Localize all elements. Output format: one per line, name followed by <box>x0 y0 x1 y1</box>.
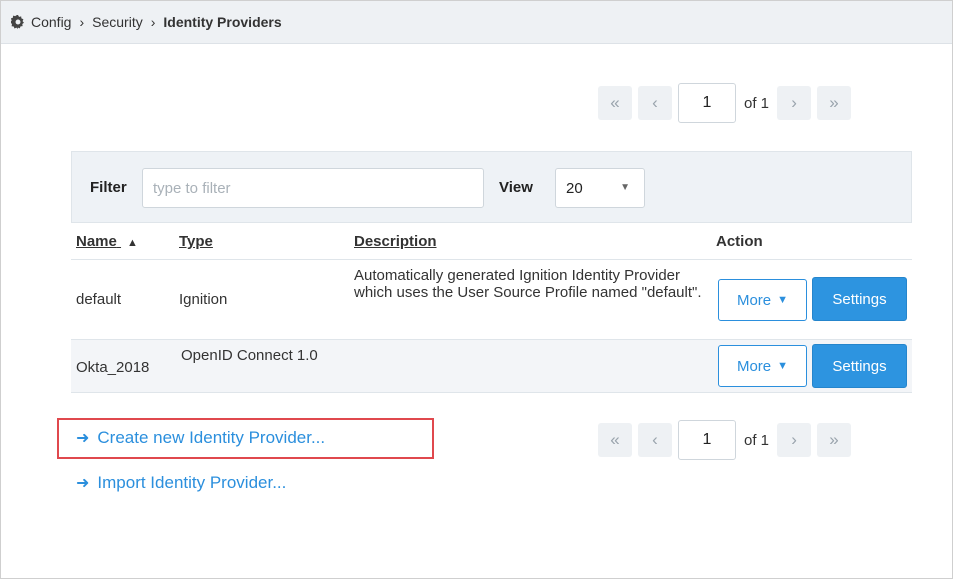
chevron-right-icon: › <box>79 14 85 30</box>
more-button-label: More <box>736 357 772 375</box>
last-page-button[interactable]: » <box>817 86 852 120</box>
breadcrumb-security[interactable]: Security <box>92 14 143 30</box>
next-page-button[interactable]: › <box>777 423 812 457</box>
filter-panel: Filter View 20 ▼ <box>71 151 912 223</box>
prev-page-button[interactable]: ‹ <box>638 86 672 120</box>
column-header-type[interactable]: Type <box>179 233 213 250</box>
caret-down-icon: ▼ <box>777 294 789 306</box>
table-row: Okta_2018 OpenID Connect 1.0 More ▼ Sett… <box>71 339 912 393</box>
column-header-name-label: Name <box>76 233 117 250</box>
more-button[interactable]: More ▼ <box>718 345 807 387</box>
breadcrumb-config[interactable]: Config <box>31 14 71 30</box>
page-number-input[interactable] <box>678 420 736 460</box>
row-name: Okta_2018 <box>76 359 150 376</box>
first-page-button[interactable]: « <box>598 86 632 120</box>
caret-down-icon: ▼ <box>777 360 789 372</box>
first-page-button[interactable]: « <box>598 423 632 457</box>
caret-down-icon: ▼ <box>620 182 630 193</box>
last-page-button[interactable]: » <box>817 423 852 457</box>
table-row: default Ignition Automatically generated… <box>71 259 912 340</box>
create-link-label: Create new Identity Provider... <box>97 428 326 447</box>
row-type: Ignition <box>179 291 228 308</box>
gear-icon <box>11 15 24 29</box>
view-select[interactable]: 20 ▼ <box>555 168 645 208</box>
more-button-label: More <box>736 291 772 309</box>
page-count-label: of 1 <box>744 431 770 449</box>
chevron-right-icon: › <box>150 14 156 30</box>
row-name: default <box>76 291 122 308</box>
breadcrumb-current: Identity Providers <box>163 14 282 30</box>
view-select-value: 20 <box>566 179 583 197</box>
view-label: View <box>499 179 533 196</box>
page: Config › Security › Identity Providers «… <box>1 1 952 578</box>
column-header-name[interactable]: Name ▲ <box>76 233 138 250</box>
column-header-description[interactable]: Description <box>354 233 437 250</box>
row-description: Automatically generated Ignition Identit… <box>354 267 702 301</box>
sort-ascending-icon: ▲ <box>127 237 138 249</box>
settings-button[interactable]: Settings <box>812 344 907 388</box>
more-button[interactable]: More ▼ <box>718 279 807 321</box>
filter-input[interactable] <box>142 168 484 208</box>
column-header-action: Action <box>716 233 763 250</box>
page-count-label: of 1 <box>744 94 770 112</box>
pager-bottom: « ‹ of 1 › » <box>598 420 857 460</box>
filter-label: Filter <box>90 179 127 196</box>
arrow-right-icon: ➜ <box>76 430 90 447</box>
settings-button[interactable]: Settings <box>812 277 907 321</box>
create-identity-provider-link[interactable]: ➜ Create new Identity Provider... <box>76 428 325 448</box>
breadcrumb: Config › Security › Identity Providers <box>1 1 952 44</box>
page-number-input[interactable] <box>678 83 736 123</box>
row-type: OpenID Connect 1.0 <box>181 347 318 364</box>
arrow-right-icon: ➜ <box>76 475 90 492</box>
next-page-button[interactable]: › <box>777 86 812 120</box>
prev-page-button[interactable]: ‹ <box>638 423 672 457</box>
import-identity-provider-link[interactable]: ➜ Import Identity Provider... <box>76 473 286 493</box>
pager-top: « ‹ of 1 › » <box>598 83 857 123</box>
import-link-label: Import Identity Provider... <box>97 473 287 492</box>
